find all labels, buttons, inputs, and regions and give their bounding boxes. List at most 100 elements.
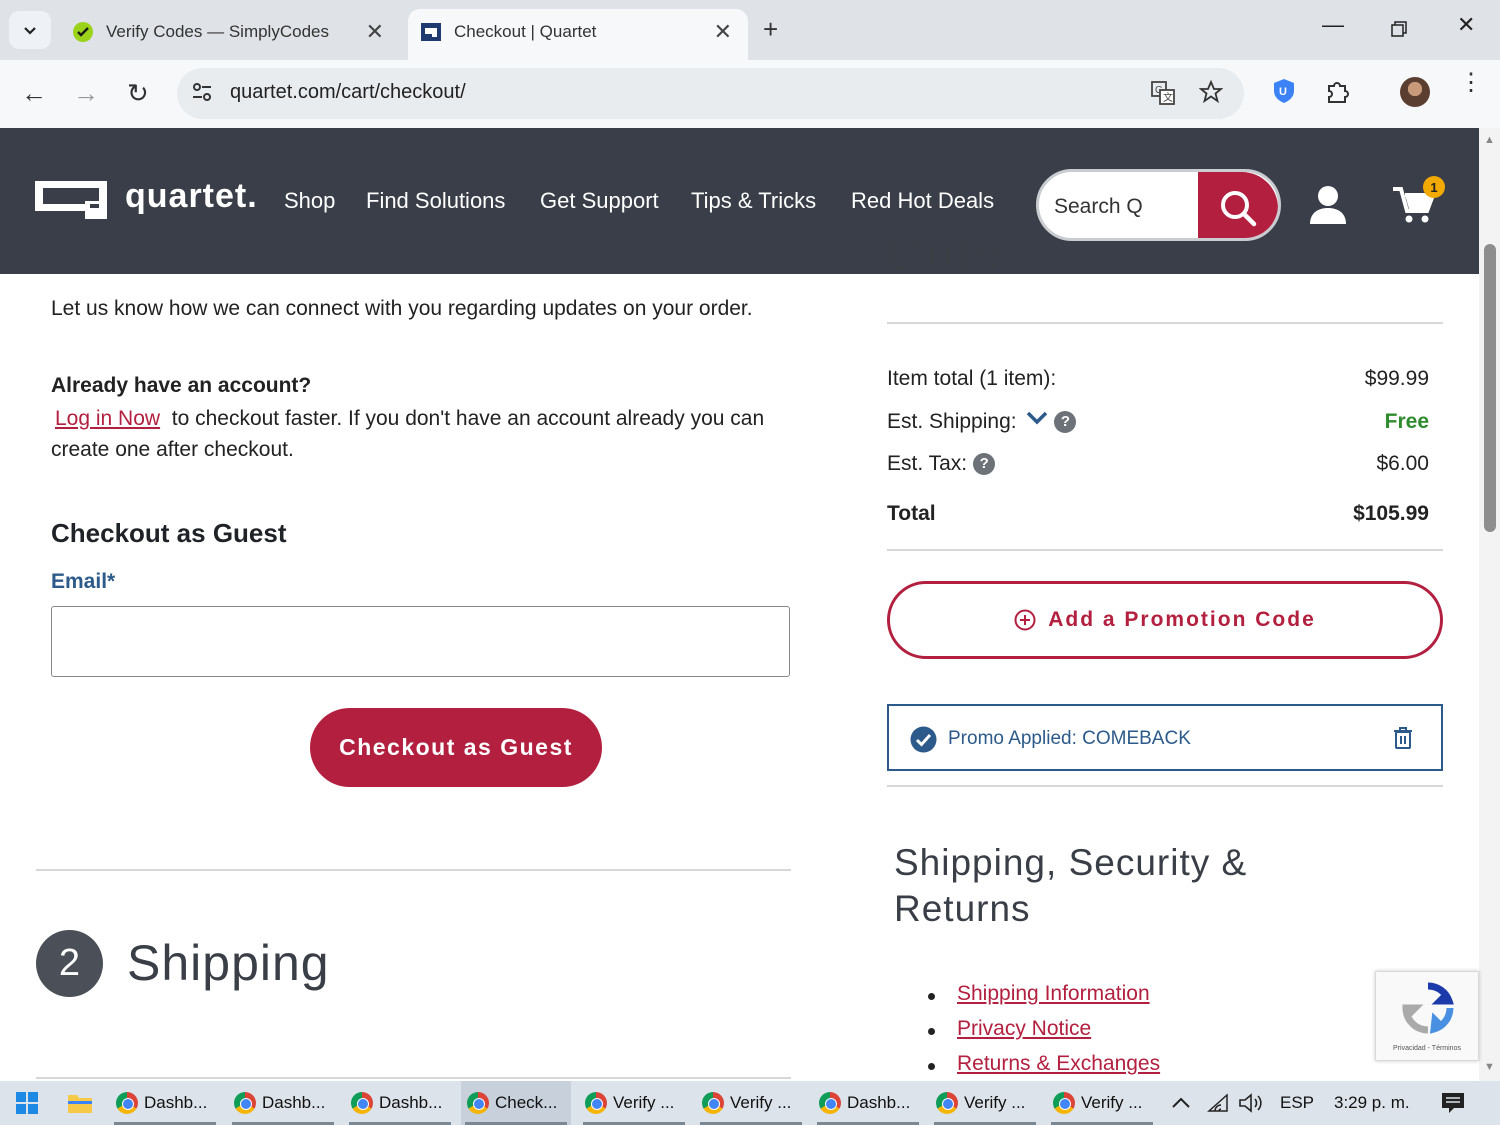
chrome-icon <box>467 1092 489 1114</box>
browser-tab-bar: Verify Codes — SimplyCodes ✕ Checkout | … <box>0 0 1500 60</box>
chrome-icon <box>116 1092 138 1114</box>
login-paragraph: Log in Now to checkout faster. If you do… <box>51 403 791 465</box>
browser-menu-icon[interactable]: ⋮ <box>1459 71 1483 95</box>
site-settings-icon[interactable] <box>191 81 213 103</box>
promo-applied-banner: Promo Applied: COMEBACK <box>887 704 1443 771</box>
taskbar-item-label: Dashb... <box>262 1093 326 1112</box>
taskbar-item-label: Verify ... <box>1081 1093 1143 1112</box>
chrome-icon <box>819 1092 841 1114</box>
tax-row-label: Est. Tax:? <box>887 452 996 476</box>
add-promotion-code-button[interactable]: Add a Promotion Code <box>887 581 1443 659</box>
svg-text:文: 文 <box>1163 91 1173 104</box>
contact-intro-text: Let us know how we can connect with you … <box>51 297 753 320</box>
shipping-row-label: Est. Shipping: ? <box>887 410 1077 434</box>
restore-icon[interactable] <box>1391 21 1407 37</box>
scroll-down-arrow-icon[interactable]: ▼ <box>1484 1061 1495 1073</box>
email-field[interactable] <box>51 606 790 677</box>
chrome-icon <box>234 1092 256 1114</box>
address-bar[interactable]: quartet.com/cart/checkout/ G文 <box>177 68 1244 119</box>
recaptcha-badge[interactable]: Privacidad - Términos <box>1375 971 1479 1061</box>
nav-get-support[interactable]: Get Support <box>540 188 659 214</box>
email-label: Email* <box>51 570 116 593</box>
system-clock[interactable]: 3:29 p. m. <box>1334 1093 1410 1113</box>
taskbar-item-label: Dashb... <box>144 1093 208 1112</box>
summary-divider <box>887 549 1443 551</box>
wifi-icon[interactable] <box>1207 1093 1229 1113</box>
chevron-up-icon[interactable] <box>1171 1096 1191 1110</box>
input-language[interactable]: ESP <box>1280 1093 1314 1113</box>
search-input[interactable]: Search Q <box>1054 195 1143 219</box>
summary-divider <box>887 322 1443 324</box>
file-explorer-icon[interactable] <box>67 1091 93 1115</box>
volume-icon[interactable] <box>1238 1092 1264 1114</box>
search-button[interactable] <box>1198 172 1278 238</box>
notifications-icon[interactable] <box>1441 1092 1465 1114</box>
returns-exchanges-link[interactable]: Returns & Exchanges <box>957 1052 1160 1076</box>
site-header: quartet. Shop Find Solutions Get Support… <box>0 128 1479 274</box>
login-now-link[interactable]: Log in Now <box>55 407 160 430</box>
trash-icon[interactable] <box>1393 726 1413 750</box>
translate-icon[interactable]: G文 <box>1150 80 1176 106</box>
close-tab-icon[interactable]: ✕ <box>366 19 384 45</box>
new-tab-icon[interactable]: + <box>763 14 778 45</box>
reload-icon[interactable]: ↻ <box>127 78 149 109</box>
tab-verify-codes[interactable]: Verify Codes — SimplyCodes ✕ <box>60 9 400 60</box>
total-value: $105.99 <box>1353 502 1429 525</box>
taskbar-item-label: Verify ... <box>613 1093 675 1112</box>
site-search[interactable]: Search Q <box>1036 169 1281 241</box>
taskbar-item-chrome[interactable]: Dashb... <box>813 1081 923 1125</box>
nav-red-hot-deals[interactable]: Red Hot Deals <box>851 188 994 214</box>
taskbar-item-label: Verify ... <box>964 1093 1026 1112</box>
extensions-puzzle-icon[interactable] <box>1325 78 1351 104</box>
nav-shop[interactable]: Shop <box>284 188 335 214</box>
account-user-icon[interactable] <box>1308 184 1348 224</box>
help-icon[interactable]: ? <box>1054 410 1077 433</box>
browser-toolbar: ← → ↻ quartet.com/cart/checkout/ G文 U <box>0 60 1500 128</box>
bitwarden-extension-icon[interactable]: U <box>1272 78 1296 104</box>
profile-avatar[interactable] <box>1400 77 1430 107</box>
taskbar-item-chrome[interactable]: Dashb... <box>228 1081 338 1125</box>
scrollbar-thumb[interactable] <box>1484 244 1496 532</box>
est-tax-label: Est. Tax: <box>887 452 968 475</box>
tab-search-button[interactable] <box>9 11 51 49</box>
bookmark-star-icon[interactable] <box>1199 80 1223 104</box>
search-icon <box>1221 191 1257 227</box>
promo-button-label: Add a Promotion Code <box>1048 608 1316 631</box>
nav-tips-tricks[interactable]: Tips & Tricks <box>691 188 816 214</box>
taskbar-item-chrome[interactable]: Verify ... <box>930 1081 1040 1125</box>
taskbar-item-chrome[interactable]: Verify ... <box>696 1081 806 1125</box>
back-icon[interactable]: ← <box>21 78 47 109</box>
logo-wordmark[interactable]: quartet. <box>125 177 258 216</box>
summary-divider <box>887 785 1443 787</box>
quartet-logo-icon[interactable] <box>35 181 107 219</box>
help-icon[interactable]: ? <box>973 452 996 475</box>
svg-text:U: U <box>1279 86 1287 98</box>
close-window-icon[interactable]: ✕ <box>1457 12 1475 38</box>
taskbar-item-chrome[interactable]: Dashb... <box>110 1081 220 1125</box>
shipping-step-heading: Shipping <box>127 935 330 991</box>
privacy-notice-link[interactable]: Privacy Notice <box>957 1017 1091 1041</box>
taskbar-item-chrome[interactable]: Verify ... <box>579 1081 689 1125</box>
checkout-as-guest-button[interactable]: Checkout as Guest <box>310 708 602 787</box>
minimize-icon[interactable]: — <box>1322 12 1344 38</box>
chrome-icon <box>1053 1092 1075 1114</box>
recaptcha-logo-icon <box>1402 982 1454 1034</box>
windows-start-icon[interactable] <box>16 1092 38 1114</box>
taskbar-item-label: Check... <box>495 1093 558 1112</box>
taskbar-item-chrome[interactable]: Verify ... <box>1047 1081 1157 1125</box>
policies-heading: Shipping, Security & Returns <box>894 842 1248 929</box>
forward-icon[interactable]: → <box>73 78 99 109</box>
tab-checkout[interactable]: Checkout | Quartet ✕ <box>408 9 748 60</box>
taskbar-item-chrome[interactable]: Check... <box>461 1081 571 1125</box>
shipping-information-link[interactable]: Shipping Information <box>957 982 1150 1006</box>
order-summary-heading: Order Summary <box>886 236 1019 274</box>
scroll-up-arrow-icon[interactable]: ▲ <box>1484 134 1495 146</box>
nav-find-solutions[interactable]: Find Solutions <box>366 188 505 214</box>
recaptcha-legal-text[interactable]: Privacidad - Términos <box>1376 1045 1478 1052</box>
tab-title: Checkout | Quartet <box>454 22 597 41</box>
taskbar-item-chrome[interactable]: Dashb... <box>345 1081 455 1125</box>
check-circle-icon <box>910 726 937 753</box>
chevron-down-icon[interactable] <box>1026 410 1048 426</box>
close-tab-icon[interactable]: ✕ <box>714 19 732 45</box>
est-shipping-label: Est. Shipping: <box>887 410 1017 433</box>
